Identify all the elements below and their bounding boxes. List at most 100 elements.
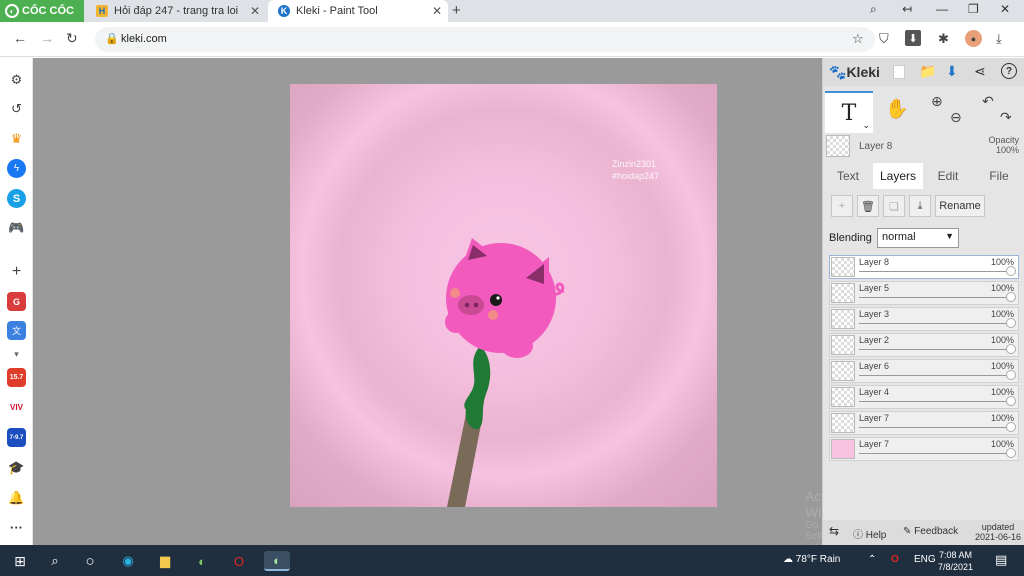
- reload-button[interactable]: ↻: [66, 30, 78, 47]
- layer-opacity-slider-track[interactable]: [859, 401, 1006, 402]
- layer-item[interactable]: Layer 3 100%: [829, 307, 1019, 331]
- bookmark-star-icon[interactable]: ☆: [852, 31, 864, 47]
- merge-layer-icon[interactable]: ⤓: [909, 195, 931, 217]
- viv-icon[interactable]: VIV: [7, 398, 26, 417]
- game-controller-icon[interactable]: 🎮: [7, 218, 26, 237]
- opera-browser-icon[interactable]: O: [229, 551, 249, 571]
- show-hidden-icons-icon[interactable]: ⌃: [868, 554, 876, 565]
- share-icon[interactable]: ⋖: [974, 63, 986, 80]
- redo-icon[interactable]: ↷: [1000, 109, 1012, 126]
- layer-item[interactable]: Layer 2 100%: [829, 333, 1019, 357]
- extensions-puzzle-icon[interactable]: ✱: [938, 31, 949, 47]
- back-history-icon[interactable]: ↤: [902, 2, 912, 16]
- notification-center-icon[interactable]: ▤: [995, 552, 1007, 568]
- language-indicator[interactable]: ENG: [914, 554, 936, 565]
- layer-opacity-slider-knob[interactable]: [1006, 422, 1016, 432]
- layer-item[interactable]: Layer 8 100%: [829, 255, 1019, 279]
- swap-sides-icon[interactable]: ⇆: [829, 524, 839, 538]
- windows-start-icon[interactable]: ⊞: [10, 551, 30, 571]
- skype-icon[interactable]: S: [7, 189, 26, 208]
- crown-icon[interactable]: ♛: [7, 129, 26, 148]
- settings-gear-icon[interactable]: ⚙: [7, 70, 26, 89]
- help-icon[interactable]: ?: [1001, 63, 1017, 79]
- duplicate-layer-icon[interactable]: ❏: [883, 195, 905, 217]
- layer-opacity-slider-knob[interactable]: [1006, 266, 1016, 276]
- new-image-icon[interactable]: [893, 65, 905, 79]
- history-icon[interactable]: ↺: [7, 99, 26, 118]
- layer-item[interactable]: Layer 5 100%: [829, 281, 1019, 305]
- forward-button[interactable]: →: [40, 30, 54, 46]
- layer-opacity-slider-track[interactable]: [859, 453, 1006, 454]
- layer-item[interactable]: Layer 6 100%: [829, 359, 1019, 383]
- zoom-out-icon[interactable]: ⊖: [950, 109, 962, 126]
- more-options-icon[interactable]: ···: [7, 518, 26, 537]
- layer-opacity-slider-track[interactable]: [859, 427, 1006, 428]
- taskbar-clock[interactable]: 7:08 AM 7/8/2021: [938, 549, 973, 573]
- close-tab-icon[interactable]: ✕: [250, 4, 260, 18]
- tab-edit[interactable]: Edit: [923, 163, 973, 189]
- address-bar[interactable]: 🔒 kleki.com: [95, 27, 875, 52]
- search-icon[interactable]: ⌕: [45, 551, 65, 571]
- layer-opacity-slider-track[interactable]: [859, 271, 1006, 272]
- profile-avatar[interactable]: ●: [965, 30, 982, 47]
- layer-opacity-slider-track[interactable]: [859, 375, 1006, 376]
- chevron-down-icon[interactable]: ▾: [7, 345, 26, 364]
- layer-item[interactable]: Layer 7 100%: [829, 437, 1019, 461]
- sale-badge-icon[interactable]: 7-9.7: [7, 428, 26, 447]
- kleki-logo[interactable]: 🐾Kleki: [829, 64, 880, 81]
- layer-opacity-slider-track[interactable]: [859, 323, 1006, 324]
- tab-text[interactable]: Text: [823, 163, 873, 189]
- edge-browser-icon[interactable]: ◉: [118, 551, 138, 571]
- layer-opacity-slider-knob[interactable]: [1006, 396, 1016, 406]
- tab-hoidap[interactable]: H Hỏi đáp 247 - trang tra loi ✕: [86, 0, 266, 22]
- add-sidebar-item-icon[interactable]: +: [7, 262, 26, 281]
- layer-opacity-slider-knob[interactable]: [1006, 318, 1016, 328]
- file-explorer-icon[interactable]: ▆: [155, 551, 175, 571]
- help-button[interactable]: ⓘ Help: [853, 526, 886, 541]
- blending-select[interactable]: normal ▼: [877, 228, 959, 248]
- translate-icon[interactable]: 文: [7, 321, 26, 340]
- hand-tool-icon[interactable]: ✋: [885, 97, 909, 121]
- tab-kleki[interactable]: K Kleki - Paint Tool ✕: [268, 0, 448, 22]
- rename-layer-button[interactable]: Rename: [935, 195, 985, 217]
- canvas-workspace[interactable]: Zinzin2301 #hoidap247 Activate Windows G…: [33, 58, 862, 564]
- zoom-in-icon[interactable]: ⊕: [931, 93, 943, 110]
- gmail-icon[interactable]: G: [7, 292, 26, 311]
- save-download-icon[interactable]: ⬇: [946, 63, 958, 80]
- shield-icon[interactable]: ⛉: [879, 31, 889, 47]
- layer-opacity-slider-knob[interactable]: [1006, 370, 1016, 380]
- drawing-canvas[interactable]: Zinzin2301 #hoidap247: [290, 84, 717, 507]
- minimize-button[interactable]: —: [936, 2, 948, 16]
- shop-badge-icon[interactable]: 15.7: [7, 368, 26, 387]
- cortana-icon[interactable]: ○: [80, 551, 100, 571]
- opera-tray-icon[interactable]: O: [891, 554, 899, 565]
- browser-brand[interactable]: ◐ CỐC CỐC: [0, 0, 84, 22]
- notification-bell-icon[interactable]: 🔔: [7, 488, 26, 507]
- tab-layers[interactable]: Layers: [873, 163, 923, 189]
- close-window-button[interactable]: ✕: [1000, 2, 1010, 16]
- tab-file[interactable]: File: [973, 163, 1024, 189]
- feedback-button[interactable]: ✎ Feedback: [903, 526, 958, 537]
- coccoc-active-window-icon[interactable]: ◐: [264, 551, 290, 571]
- undo-icon[interactable]: ↶: [982, 93, 994, 110]
- layer-opacity-slider-knob[interactable]: [1006, 292, 1016, 302]
- layer-opacity-slider-track[interactable]: [859, 297, 1006, 298]
- downloads-icon[interactable]: ⤓: [996, 31, 1002, 47]
- messenger-icon[interactable]: ϟ: [7, 159, 26, 178]
- weather-widget[interactable]: ☁ 78°F Rain: [783, 554, 840, 565]
- back-button[interactable]: ←: [13, 30, 27, 46]
- layer-opacity-slider-knob[interactable]: [1006, 344, 1016, 354]
- coccoc-app-icon[interactable]: ◐: [192, 551, 212, 571]
- layer-item[interactable]: Layer 4 100%: [829, 385, 1019, 409]
- graduation-hat-icon[interactable]: 🎓: [7, 458, 26, 477]
- open-folder-icon[interactable]: 📁: [919, 63, 936, 80]
- add-layer-icon[interactable]: +: [831, 195, 853, 217]
- text-tool-button[interactable]: T ⌄: [825, 91, 873, 133]
- tab-search-icon[interactable]: ⌕: [870, 2, 877, 17]
- layer-item[interactable]: Layer 7 100%: [829, 411, 1019, 435]
- download-video-icon[interactable]: ⬇: [905, 30, 921, 46]
- new-tab-button[interactable]: +: [452, 2, 461, 19]
- restore-button[interactable]: ❐: [968, 2, 979, 16]
- close-tab-icon[interactable]: ✕: [432, 4, 442, 18]
- layer-opacity-slider-knob[interactable]: [1006, 448, 1016, 458]
